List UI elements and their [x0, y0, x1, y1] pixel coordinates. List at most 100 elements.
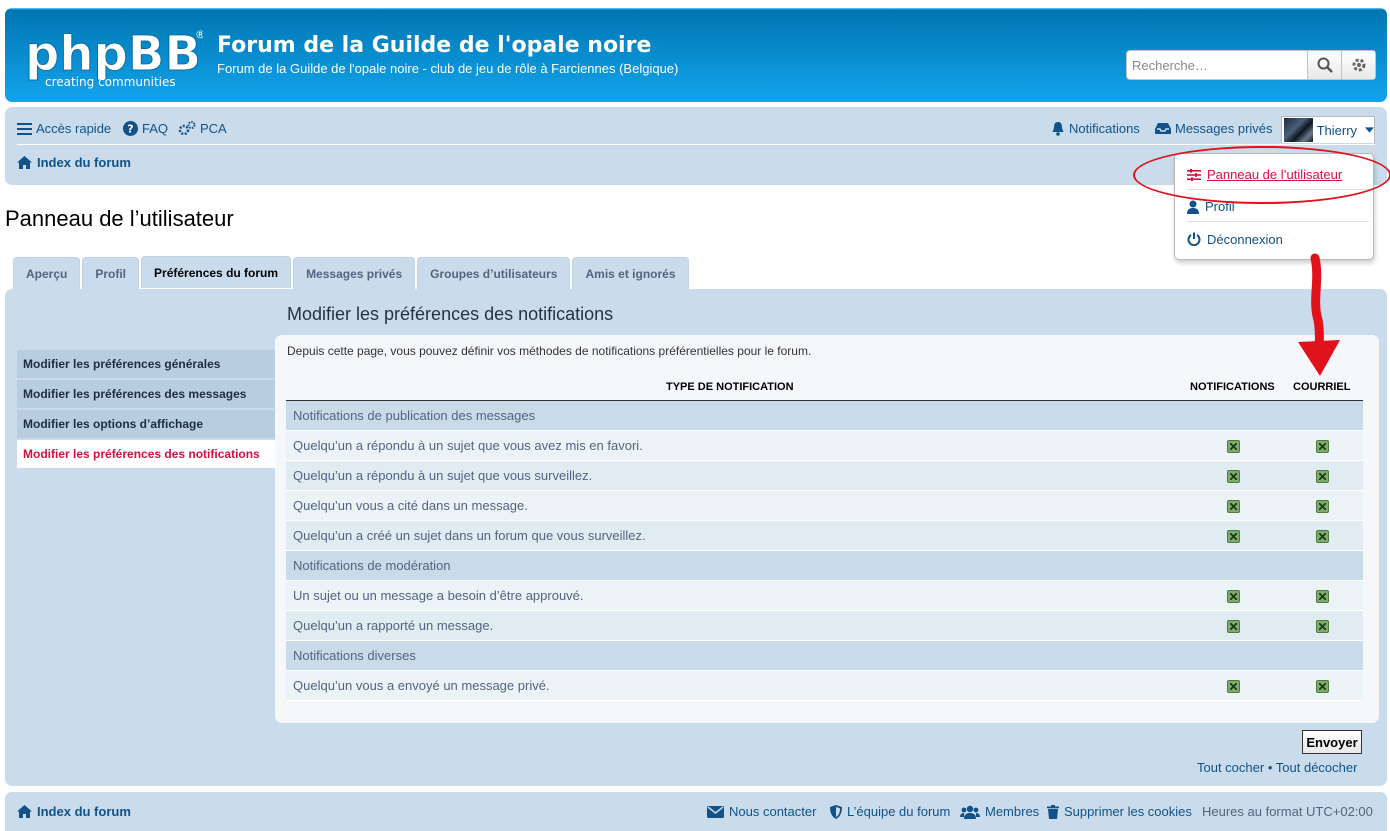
main-panel: Modifier les préférences générales Modif…: [5, 289, 1387, 786]
quick-access-label: Accès rapide: [36, 121, 112, 136]
members-link[interactable]: Membres: [960, 804, 1039, 819]
home-icon: [17, 156, 32, 169]
notification-table: TYPE DE NOTIFICATION NOTIFICATIONS COURR…: [286, 373, 1363, 701]
email-checkbox[interactable]: [1316, 620, 1329, 633]
notification-label: Quelqu’un a créé un sujet dans un forum …: [293, 528, 646, 543]
tab-profile[interactable]: Profil: [82, 257, 140, 289]
acp-link[interactable]: PCA: [178, 121, 227, 136]
side-item-notifications[interactable]: Modifier les préférences des notificatio…: [17, 440, 275, 468]
timezone-label: Heures au format UTC+02:00: [1202, 804, 1373, 819]
acp-label: PCA: [200, 121, 227, 136]
notification-label: Quelqu’un vous a cité dans un message.: [293, 498, 528, 513]
notifications-link[interactable]: Notifications: [1051, 121, 1140, 136]
notification-settings-box: Depuis cette page, vous pouvez définir v…: [275, 335, 1379, 723]
annotation-ellipse: [1133, 146, 1390, 204]
submit-button[interactable]: Envoyer: [1302, 730, 1362, 754]
search-input[interactable]: [1127, 51, 1307, 79]
contact-link[interactable]: Nous contacter: [707, 804, 816, 819]
table-row: Quelqu’un a rapporté un message.: [286, 611, 1363, 641]
notification-label: Quelqu’un a répondu à un sujet que vous …: [293, 468, 593, 483]
check-all-link[interactable]: Tout cocher: [1197, 760, 1264, 775]
search-button[interactable]: [1307, 51, 1341, 79]
trash-icon: [1047, 804, 1059, 819]
side-menu: Modifier les préférences générales Modif…: [17, 350, 275, 470]
private-messages-link[interactable]: Messages privés: [1155, 121, 1273, 136]
tab-board-preferences[interactable]: Préférences du forum: [141, 256, 292, 288]
envelope-icon: [707, 805, 724, 818]
nav-top-row: Accès rapide ? FAQ PCA Notifications Mes…: [17, 117, 1375, 145]
notification-label: Quelqu’un vous a envoyé un message privé…: [293, 678, 550, 693]
site-title[interactable]: Forum de la Guilde de l'opale noire: [217, 33, 651, 58]
footer-index-link[interactable]: Index du forum: [17, 804, 131, 819]
notification-checkbox[interactable]: [1227, 440, 1240, 453]
section-label: Notifications de publication des message…: [293, 408, 536, 423]
side-item-posting[interactable]: Modifier les préférences des messages: [17, 380, 275, 408]
section-row: Notifications de publication des message…: [286, 401, 1363, 431]
members-label: Membres: [985, 804, 1040, 819]
side-item-display[interactable]: Modifier les options d’affichage: [17, 410, 275, 438]
col-notifications: NOTIFICATIONS: [1190, 381, 1275, 393]
table-row: Quelqu’un vous a envoyé un message privé…: [286, 671, 1363, 701]
email-checkbox[interactable]: [1316, 470, 1329, 483]
section-label: Notifications de modération: [293, 558, 451, 573]
notification-label: Quelqu’un a répondu à un sujet que vous …: [293, 438, 643, 453]
user-icon: [1187, 200, 1199, 214]
table-header: TYPE DE NOTIFICATION NOTIFICATIONS COURR…: [286, 373, 1363, 401]
section-row: Notifications de modération: [286, 551, 1363, 581]
email-checkbox[interactable]: [1316, 530, 1329, 543]
site-description: Forum de la Guilde de l'opale noire - cl…: [217, 61, 679, 76]
table-row: Quelqu’un vous a cité dans un message.: [286, 491, 1363, 521]
avatar: [1284, 118, 1313, 142]
timezone-text: Heures au format UTC+02:00: [1202, 804, 1373, 819]
side-item-general[interactable]: Modifier les préférences générales: [17, 350, 275, 378]
phpbb-logo[interactable]: phpBB ® creating communities: [23, 24, 204, 90]
delete-cookies-link[interactable]: Supprimer les cookies: [1047, 804, 1192, 819]
breadcrumb-index: Index du forum: [37, 155, 131, 170]
notification-checkbox[interactable]: [1227, 590, 1240, 603]
quick-access-link[interactable]: Accès rapide: [17, 121, 111, 136]
email-checkbox[interactable]: [1316, 500, 1329, 513]
ucp-tabs: Aperçu Profil Préférences du forum Messa…: [13, 256, 689, 289]
notification-label: Un sujet ou un message a besoin d’être a…: [293, 588, 584, 603]
question-icon: ?: [123, 121, 138, 136]
bell-icon: [1052, 122, 1064, 136]
uncheck-all-link[interactable]: Tout décocher: [1276, 760, 1358, 775]
advanced-search-button[interactable]: [1341, 51, 1375, 79]
shield-icon: [830, 804, 842, 819]
breadcrumb[interactable]: Index du forum: [17, 155, 131, 170]
notification-checkbox[interactable]: [1227, 620, 1240, 633]
notifications-label: Notifications: [1069, 121, 1140, 136]
tab-private-messages[interactable]: Messages privés: [293, 257, 416, 289]
intro-text: Depuis cette page, vous pouvez définir v…: [287, 344, 812, 358]
notification-checkbox[interactable]: [1227, 680, 1240, 693]
faq-label: FAQ: [142, 121, 169, 136]
svg-text:creating communities: creating communities: [45, 75, 176, 89]
team-link[interactable]: L’équipe du forum: [830, 804, 950, 819]
header-bar: phpBB ® creating communities Forum de la…: [5, 8, 1387, 102]
tab-overview[interactable]: Aperçu: [13, 257, 81, 289]
annotation-arrow-icon: [1298, 253, 1340, 376]
email-checkbox[interactable]: [1316, 680, 1329, 693]
email-checkbox[interactable]: [1316, 590, 1329, 603]
tab-friends-foes[interactable]: Amis et ignorés: [572, 257, 689, 289]
notification-checkbox[interactable]: [1227, 530, 1240, 543]
faq-link[interactable]: ? FAQ: [123, 121, 168, 136]
user-menu-toggle[interactable]: Thierry: [1281, 116, 1375, 143]
notification-checkbox[interactable]: [1227, 470, 1240, 483]
svg-text:®: ®: [195, 28, 203, 41]
notification-checkbox[interactable]: [1227, 500, 1240, 513]
svg-text:?: ?: [127, 123, 133, 136]
notification-label: Quelqu’un a rapporté un message.: [293, 618, 494, 633]
users-icon: [960, 805, 980, 819]
table-row: Quelqu’un a répondu à un sujet que vous …: [286, 461, 1363, 491]
gear-icon: [1352, 58, 1365, 72]
email-checkbox[interactable]: [1316, 440, 1329, 453]
menu-icon: [17, 123, 32, 135]
gears-icon: [178, 121, 196, 136]
team-label: L’équipe du forum: [847, 804, 951, 819]
footer-index-label: Index du forum: [37, 804, 131, 819]
section-label: Notifications diverses: [293, 648, 416, 663]
content-title: Modifier les préférences des notificatio…: [287, 304, 614, 324]
tab-usergroups[interactable]: Groupes d’utilisateurs: [417, 257, 571, 289]
private-messages-label: Messages privés: [1175, 121, 1273, 136]
